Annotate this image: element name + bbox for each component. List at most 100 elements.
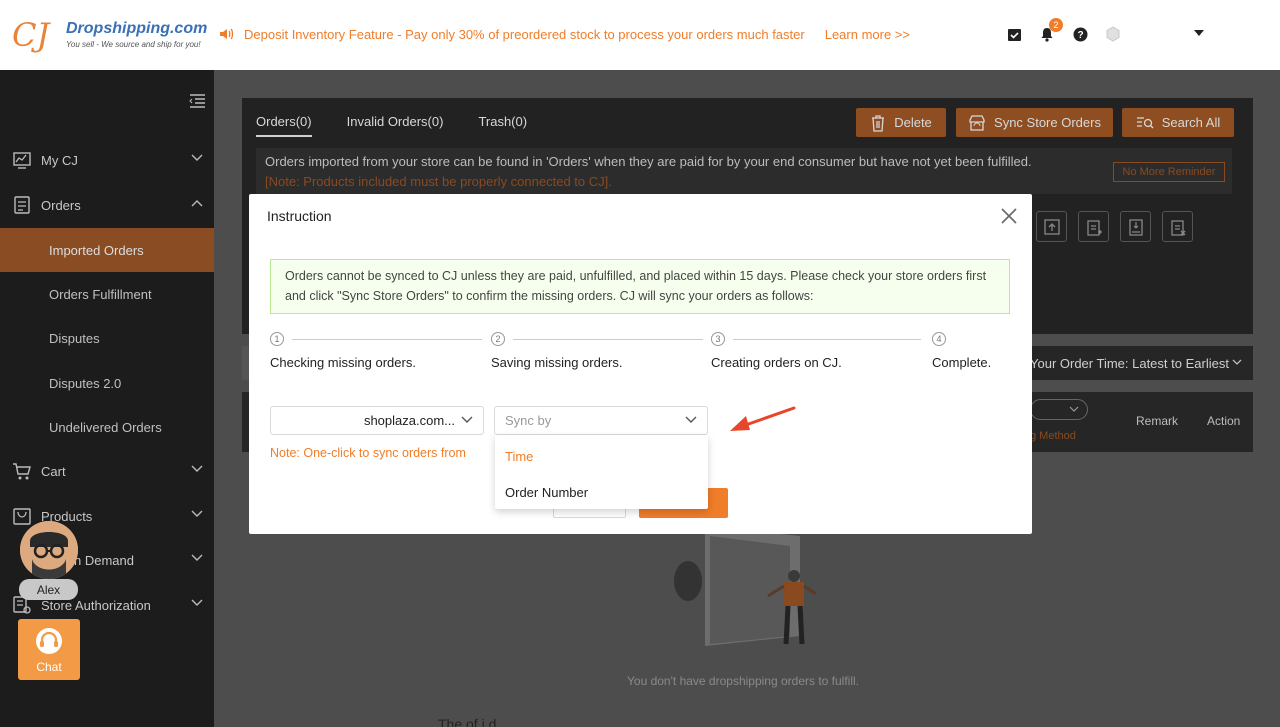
step-label: Complete. xyxy=(932,355,992,370)
order-tool-icons xyxy=(1036,211,1193,242)
sort-order-label: Your Order Time: Latest to Earliest xyxy=(1030,355,1229,371)
close-icon[interactable] xyxy=(1000,207,1018,225)
menu-collapse-icon[interactable] xyxy=(189,94,206,108)
speaker-icon xyxy=(220,28,234,40)
logo-letters: CJ xyxy=(12,16,50,54)
chat-button[interactable]: Chat xyxy=(18,619,80,680)
user-avatar-icon[interactable] xyxy=(1103,24,1123,44)
tab-orders[interactable]: Orders(0) xyxy=(256,114,312,137)
announcement-bar: Deposit Inventory Feature - Pay only 30%… xyxy=(218,26,910,42)
sync-store-orders-button[interactable]: Sync Store Orders xyxy=(956,108,1113,137)
empty-orders-illustration xyxy=(674,526,817,646)
chevron-down-icon xyxy=(191,510,203,517)
sidebar-subitem-orders-fulfillment[interactable]: Orders Fulfillment xyxy=(0,272,214,316)
step-number: 4 xyxy=(932,332,946,346)
sidebar-item-label: Orders xyxy=(41,197,81,213)
products-bag-icon xyxy=(13,508,31,525)
svg-text:?: ? xyxy=(1077,30,1083,41)
store-select-value: shoplaza.com... xyxy=(363,413,455,428)
step-connector xyxy=(733,339,921,340)
tab-trash[interactable]: Trash(0) xyxy=(478,114,527,137)
sidebar-subitem-imported-orders[interactable]: Imported Orders xyxy=(0,228,214,272)
announcement-text: Deposit Inventory Feature - Pay only 30%… xyxy=(244,26,805,42)
notification-badge: 2 xyxy=(1049,18,1063,32)
search-all-label: Search All xyxy=(1161,115,1221,130)
help-icon[interactable]: ? xyxy=(1070,24,1090,44)
top-bar: CJ Dropshipping.com You sell - We source… xyxy=(0,0,1280,70)
delete-button[interactable]: Delete xyxy=(856,108,946,137)
step-label: Saving missing orders. xyxy=(491,355,623,370)
sync-by-placeholder: Sync by xyxy=(505,413,552,428)
logo-tagline: You sell - We source and ship for you! xyxy=(66,40,201,49)
import-notice-message: Orders imported from your store can be f… xyxy=(265,154,1032,169)
task-check-icon[interactable] xyxy=(1004,24,1024,44)
account-dropdown-caret[interactable] xyxy=(1194,30,1204,36)
step-number: 2 xyxy=(491,332,505,346)
tab-invalid-orders[interactable]: Invalid Orders(0) xyxy=(347,114,444,137)
agent-avatar[interactable] xyxy=(20,521,78,579)
orders-icon xyxy=(14,196,30,214)
sidebar-item-label: n Demand xyxy=(74,552,134,568)
store-sync-icon xyxy=(969,114,985,131)
sidebar-item-orders[interactable]: Orders xyxy=(0,183,214,227)
step-number: 3 xyxy=(711,332,725,346)
agent-name-badge: Alex xyxy=(19,579,78,600)
learn-more-link[interactable]: Learn more >> xyxy=(825,27,910,42)
shipping-method-column: g Method xyxy=(1030,430,1076,442)
sidebar-subitem-disputes-2[interactable]: Disputes 2.0 xyxy=(0,361,214,405)
import-notice-text: Orders imported from your store can be f… xyxy=(265,152,1065,192)
modal-title: Instruction xyxy=(267,208,332,224)
action-column-header: Action xyxy=(1207,414,1241,428)
no-more-reminder-button[interactable]: No More Reminder xyxy=(1113,162,1225,182)
sidebar-item-my-cj[interactable]: My CJ xyxy=(0,138,214,182)
brand-logo[interactable]: CJ Dropshipping.com You sell - We source… xyxy=(12,14,207,56)
agent-face-icon xyxy=(20,521,78,579)
dashboard-icon xyxy=(13,152,31,169)
search-all-button[interactable]: Search All xyxy=(1122,108,1234,137)
chevron-down-icon xyxy=(1232,359,1242,365)
cart-icon xyxy=(13,463,31,480)
chevron-down-icon xyxy=(191,154,203,161)
trash-icon xyxy=(872,114,885,132)
empty-orders-text: You don't have dropshipping orders to fu… xyxy=(627,674,860,688)
sidebar-subitem-undelivered-orders[interactable]: Undelivered Orders xyxy=(0,405,214,449)
sync-info-box: Orders cannot be synced to CJ unless the… xyxy=(270,259,1010,314)
step-label: Checking missing orders. xyxy=(270,355,416,370)
import-notice-warning: [Note: Products included must be properl… xyxy=(265,174,612,189)
sidebar-item-cart[interactable]: Cart xyxy=(0,449,214,493)
sync-by-dropdown: Time Order Number xyxy=(495,435,708,509)
annotation-arrow-icon xyxy=(730,406,796,431)
sidebar-item-label: Cart xyxy=(41,463,66,479)
chevron-down-icon xyxy=(461,416,473,423)
sync-by-select[interactable]: Sync by xyxy=(494,406,708,435)
store-select[interactable]: shoplaza.com... xyxy=(270,406,484,435)
step-label: Creating orders on CJ. xyxy=(711,355,842,370)
step-connector xyxy=(292,339,482,340)
chevron-up-icon xyxy=(191,200,203,207)
upload-icon[interactable] xyxy=(1036,211,1067,242)
excel-download-icon[interactable] xyxy=(1120,211,1151,242)
method-filter-select[interactable] xyxy=(1030,399,1088,420)
sidebar-item-label: My CJ xyxy=(41,152,78,168)
chevron-down-icon xyxy=(191,554,203,561)
chevron-down-icon xyxy=(1069,406,1079,412)
chat-button-label: Chat xyxy=(36,660,62,674)
delete-button-label: Delete xyxy=(894,115,932,130)
sort-order-select[interactable]: Your Order Time: Latest to Earliest xyxy=(1020,346,1253,380)
sync-option-time[interactable]: Time xyxy=(505,449,533,464)
sidebar-subitem-disputes[interactable]: Disputes xyxy=(0,316,214,360)
step-connector xyxy=(513,339,703,340)
sync-option-order-number[interactable]: Order Number xyxy=(505,485,588,500)
sync-note: Note: One-click to sync orders from xyxy=(270,446,466,460)
clipboard-remove-icon[interactable] xyxy=(1162,211,1193,242)
notification-bell-icon[interactable]: 2 xyxy=(1037,18,1063,44)
search-list-icon xyxy=(1136,116,1154,128)
sync-store-orders-label: Sync Store Orders xyxy=(994,115,1101,130)
clipboard-add-icon[interactable] xyxy=(1078,211,1109,242)
orders-tabs: Orders(0) Invalid Orders(0) Trash(0) xyxy=(256,114,527,137)
chevron-down-icon xyxy=(191,599,203,606)
chevron-down-icon xyxy=(685,416,697,423)
bottom-partial-text: The of i d xyxy=(438,716,497,727)
chevron-down-icon xyxy=(191,465,203,472)
headset-icon xyxy=(36,628,62,654)
